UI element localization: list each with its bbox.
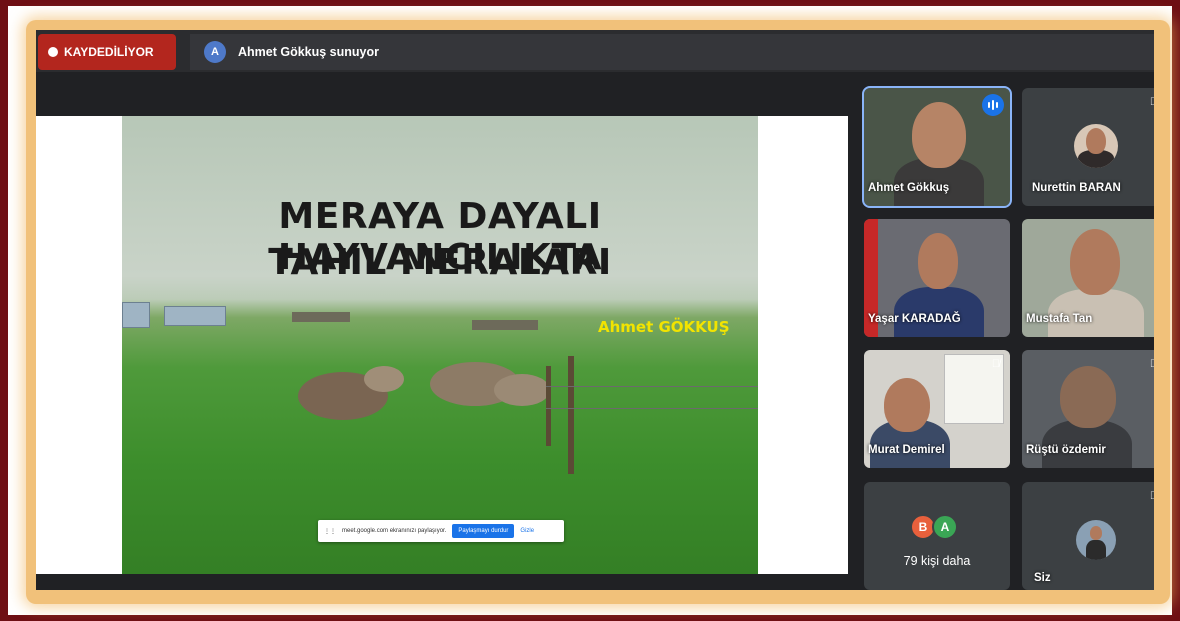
participant-avatar (1074, 124, 1118, 168)
hut-shape (122, 302, 150, 328)
self-tile[interactable]: 🎙̸ Siz (1022, 482, 1154, 590)
participant-name: Rüştü özdemir (1026, 444, 1106, 456)
screen-share-bar: ⋮⋮ meet.google.com ekranınızı paylaşıyor… (318, 520, 564, 542)
participant-tile[interactable]: Yaşar KARADAĞ (864, 219, 1010, 337)
fence-wire-shape (546, 408, 758, 409)
pen-shape (472, 320, 538, 330)
participant-tile[interactable]: 🎙̸ Murat Demirel (864, 350, 1010, 468)
participant-tile[interactable]: 🎙̸ Nurettin BARAN (1022, 88, 1154, 206)
participant-name: Murat Demirel (868, 444, 945, 456)
self-name: Siz (1034, 572, 1051, 584)
record-dot-icon (48, 47, 58, 57)
stop-sharing-button[interactable]: Paylaşmayı durdur (452, 524, 515, 538)
mic-off-icon: 🎙̸ (991, 358, 1001, 370)
participant-video (1070, 229, 1120, 295)
participant-name: Ahmet Gökkuş (868, 182, 950, 194)
mic-off-icon: 🎙̸ (1149, 490, 1154, 502)
slide-title-line-2: TAHIL MERALARI (268, 242, 612, 283)
fence-post-shape (546, 366, 551, 446)
recording-badge[interactable]: KAYDEDİLİYOR (38, 34, 176, 70)
slide-author: Ahmet GÖKKUŞ (598, 318, 730, 336)
participant-avatar-a: A (932, 514, 958, 540)
pen-shape (292, 312, 350, 322)
presentation-stage: MERAYA DAYALI HAYVANCILIKTA TAHIL MERALA… (36, 116, 848, 574)
meet-window: KAYDEDİLİYOR A Ahmet Gökkuş sunuyor MERA… (36, 30, 1154, 590)
recording-label: KAYDEDİLİYOR (64, 45, 154, 59)
fence-wire-shape (546, 386, 758, 387)
participant-video (918, 233, 958, 289)
participant-tile[interactable]: 🎙̸ Rüştü özdemir (1022, 350, 1154, 468)
participant-name: Mustafa Tan (1026, 313, 1093, 325)
presentation-slide: MERAYA DAYALI HAYVANCILIKTA TAHIL MERALA… (122, 116, 758, 574)
participant-tile[interactable]: Mustafa Tan (1022, 219, 1154, 337)
participant-video (912, 102, 966, 168)
presenter-avatar: A (204, 41, 226, 63)
trailer-shape (164, 306, 226, 326)
participant-tile[interactable]: Ahmet Gökkuş (862, 86, 1012, 208)
more-avatars: B A (910, 514, 958, 540)
participant-name: Nurettin BARAN (1032, 182, 1121, 194)
presenter-text: Ahmet Gökkuş sunuyor (238, 45, 379, 59)
participant-name: Yaşar KARADAĞ (868, 313, 961, 325)
mic-off-icon: 🎙̸ (1149, 96, 1154, 108)
participant-video (1060, 366, 1116, 428)
fence-post-shape (568, 356, 574, 474)
speaking-indicator-icon (982, 94, 1004, 116)
self-avatar (1076, 520, 1116, 560)
mic-off-icon: 🎙̸ (1149, 358, 1154, 370)
sheep-shape (494, 374, 550, 406)
share-message: meet.google.com ekranınızı paylaşıyor. (342, 528, 447, 534)
participant-video (884, 378, 930, 432)
presenter-indicator[interactable]: A Ahmet Gökkuş sunuyor (190, 34, 1154, 70)
top-bar: KAYDEDİLİYOR A Ahmet Gökkuş sunuyor (36, 30, 1154, 72)
participant-video (894, 287, 984, 337)
share-grip-icon[interactable]: ⋮⋮ (324, 528, 336, 535)
hide-share-bar-button[interactable]: Gizle (520, 528, 534, 534)
sheep-shape (364, 366, 404, 392)
more-participants-label: 79 kişi daha (903, 554, 971, 568)
more-participants-tile[interactable]: B A 79 kişi daha (864, 482, 1010, 590)
